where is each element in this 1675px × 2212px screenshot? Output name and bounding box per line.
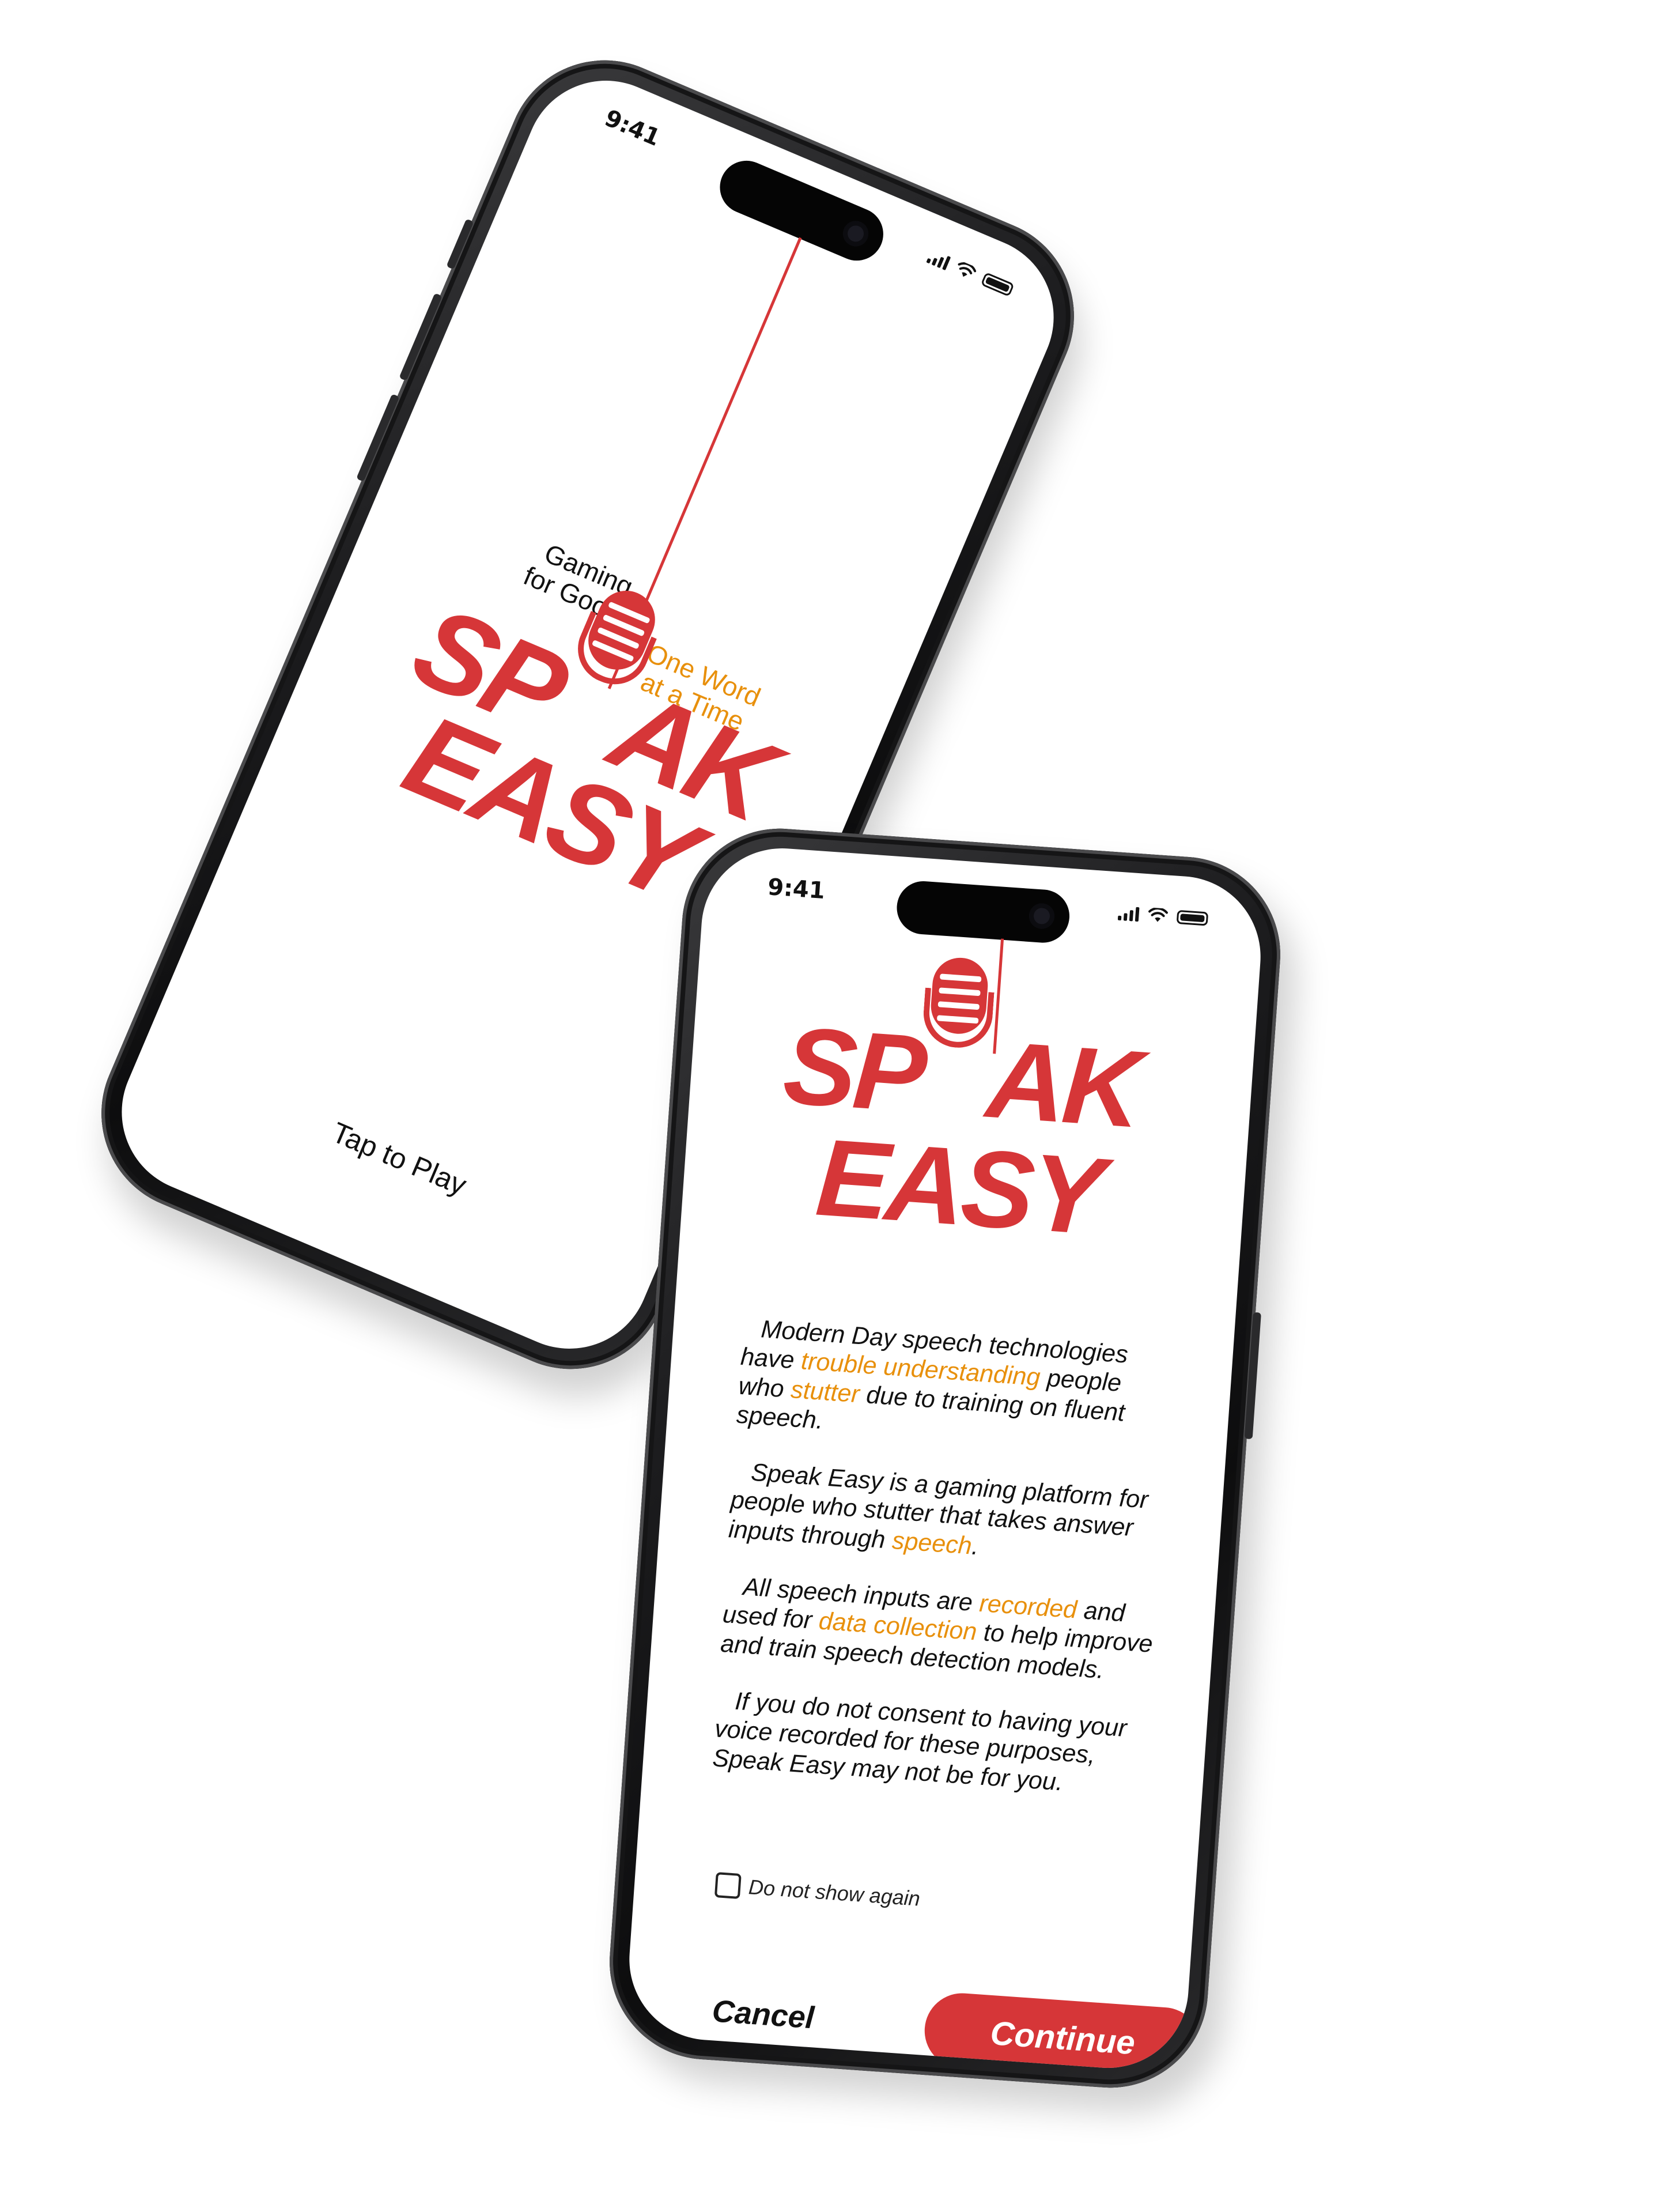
do-not-show-again-row[interactable]: Do not show again bbox=[714, 1872, 921, 1912]
status-icons bbox=[926, 248, 1015, 297]
battery-icon bbox=[980, 271, 1015, 297]
consent-paragraph: Modern Day speech technologies have trou… bbox=[735, 1315, 1129, 1435]
consent-paragraph: If you do not consent to having your voi… bbox=[712, 1687, 1128, 1796]
side-button bbox=[1244, 1312, 1261, 1440]
action-button bbox=[446, 218, 474, 270]
dynamic-island bbox=[895, 879, 1072, 945]
mockup-stage: 9:41 Gaming for Good One Word at a Time … bbox=[0, 0, 1675, 2212]
status-icons bbox=[1117, 905, 1209, 927]
continue-button[interactable]: Continue bbox=[922, 1991, 1204, 2074]
tap-to-play-label[interactable]: Tap to Play bbox=[135, 1034, 663, 1284]
phone-consent: 9:41 SP AK EASY Modern Day speech techno… bbox=[603, 822, 1287, 2094]
signal-icon bbox=[926, 248, 951, 271]
dynamic-island bbox=[712, 152, 892, 269]
status-time: 9:41 bbox=[766, 874, 826, 905]
logo-easy: EASY bbox=[812, 1116, 1105, 1258]
camera-icon bbox=[839, 217, 872, 251]
consent-paragraph: All speech inputs are recorded and used … bbox=[719, 1573, 1154, 1684]
microphone-icon bbox=[920, 956, 995, 1116]
cancel-button[interactable]: Cancel bbox=[711, 1993, 815, 2036]
camera-icon bbox=[1028, 902, 1056, 930]
signal-icon bbox=[1117, 905, 1140, 922]
consent-screen: 9:41 SP AK EASY Modern Day speech techno… bbox=[623, 843, 1266, 2074]
do-not-show-again-checkbox[interactable] bbox=[714, 1872, 742, 1900]
consent-paragraph: Speak Easy is a gaming platform for peop… bbox=[727, 1458, 1150, 1561]
logo-text: SP bbox=[780, 1004, 928, 1136]
wifi-icon bbox=[958, 262, 977, 277]
do-not-show-again-label[interactable]: Do not show again bbox=[748, 1875, 921, 1911]
consent-text: Modern Day speech technologies have trou… bbox=[710, 1313, 1176, 1830]
status-time: 9:41 bbox=[600, 104, 664, 152]
wifi-icon bbox=[1148, 907, 1168, 922]
battery-icon bbox=[1176, 909, 1209, 926]
